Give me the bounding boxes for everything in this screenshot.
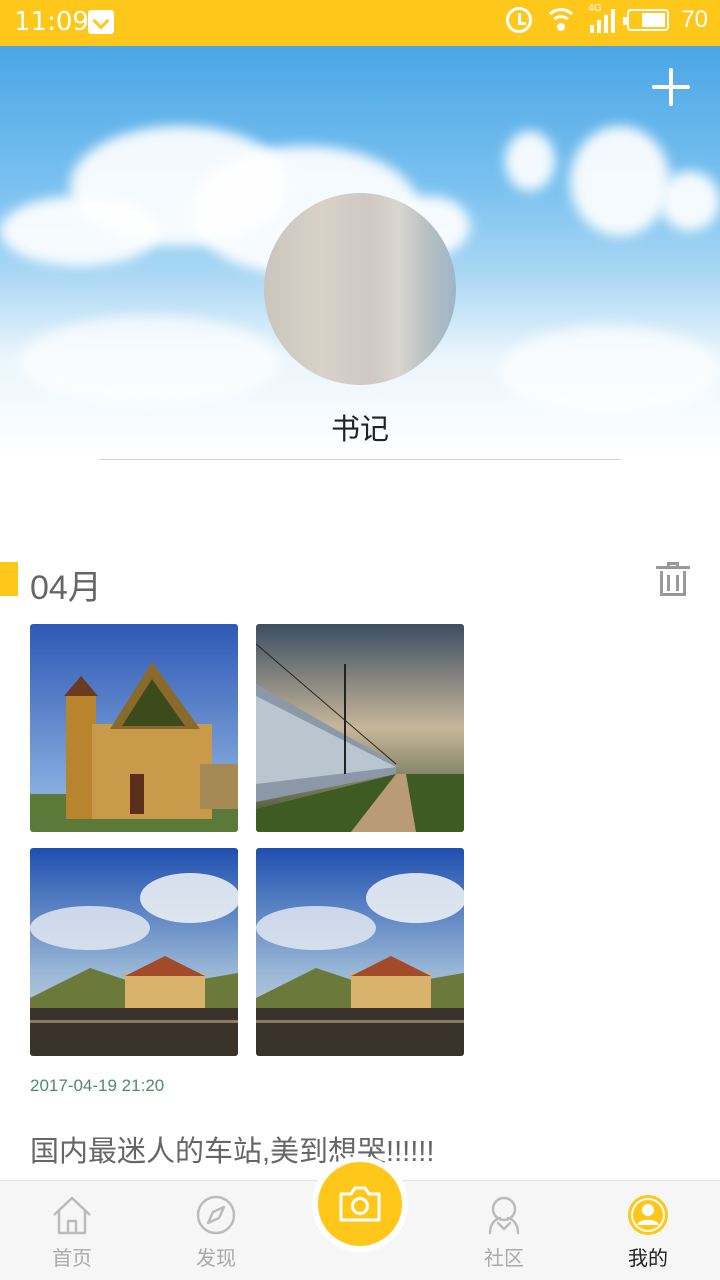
alarm-icon <box>506 7 533 33</box>
username: 书记 <box>330 414 389 446</box>
avatar[interactable] <box>264 193 456 385</box>
battery-icon <box>623 9 670 31</box>
camera-icon <box>339 1186 381 1222</box>
post-photo[interactable] <box>256 624 464 832</box>
post-date: 2017-04-19 21:20 <box>30 1076 165 1095</box>
add-plus-icon[interactable] <box>652 68 690 106</box>
wifi-icon <box>544 6 579 34</box>
profile-icon <box>628 1195 668 1235</box>
tab-home[interactable]: 首页 <box>12 1181 132 1280</box>
post-photo[interactable] <box>30 624 238 832</box>
signal-icon: 4G <box>588 3 616 33</box>
post-photo[interactable] <box>256 848 464 1056</box>
battery-level: 70 <box>681 6 708 33</box>
tab-profile-label: 我的 <box>628 1248 668 1270</box>
tab-discover-label: 发现 <box>196 1248 236 1270</box>
profile-page: 11:09 4G 70 书记 04月 2017-04-19 21:20 国内最迷… <box>0 0 720 1280</box>
home-icon <box>53 1196 91 1235</box>
network-type: 4G <box>588 3 602 14</box>
post-photo[interactable] <box>30 848 238 1056</box>
trash-icon[interactable] <box>656 562 690 596</box>
camera-button[interactable] <box>318 1162 402 1246</box>
status-indicators: 4G 70 <box>506 3 708 34</box>
tab-community[interactable]: 社区 <box>444 1181 564 1280</box>
status-time: 11:09 <box>14 7 89 37</box>
header-divider <box>100 459 620 460</box>
compass-icon <box>196 1195 236 1235</box>
month-label: 04月 <box>30 569 102 607</box>
notification-icon <box>88 10 114 34</box>
tab-community-label: 社区 <box>484 1248 524 1270</box>
tab-home-label: 首页 <box>52 1248 92 1270</box>
month-marker <box>0 562 18 596</box>
community-icon <box>488 1196 520 1235</box>
tab-discover[interactable]: 发现 <box>156 1181 276 1280</box>
profile-header: 书记 <box>0 46 720 460</box>
status-bar: 11:09 4G 70 <box>0 0 720 46</box>
tab-profile[interactable]: 我的 <box>588 1181 708 1280</box>
